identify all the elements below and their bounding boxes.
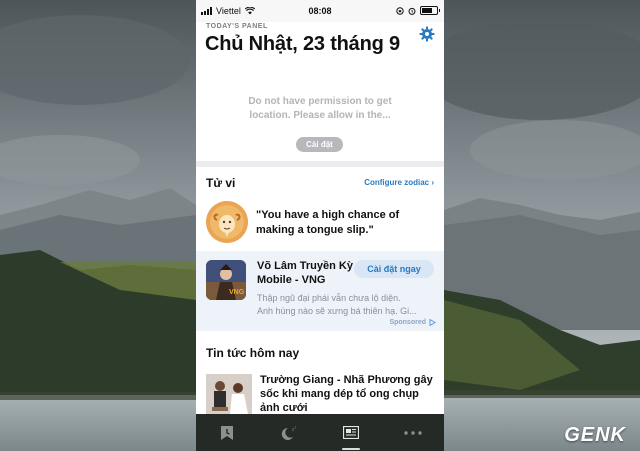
- configure-zodiac-link[interactable]: Configure zodiac ›: [364, 178, 434, 187]
- sponsored-text: Sponsored: [389, 319, 426, 326]
- status-right: [396, 6, 440, 15]
- ad-desc-line-1: Thập ngũ đại phái vẫn chưa lộ diện.: [257, 293, 401, 303]
- news-item-title[interactable]: Trường Giang - Nhã Phương gây sốc khi ma…: [260, 373, 438, 415]
- page-title: Chủ Nhật, 23 tháng 9: [205, 33, 400, 55]
- genk-watermark: GENK: [564, 424, 626, 446]
- zodiac-goat-icon[interactable]: [206, 201, 248, 243]
- phone-screen: Viettel 08:08 TODAY'S PANEL Chủ Nhật, 23…: [196, 0, 444, 451]
- tab-today[interactable]: [212, 418, 242, 448]
- install-now-button[interactable]: Cài đặt ngay: [354, 260, 434, 278]
- tab-news[interactable]: [336, 418, 366, 450]
- gear-icon[interactable]: [419, 26, 435, 42]
- ad-game-thumbnail: VNG: [206, 260, 246, 300]
- newspaper-icon: [343, 426, 359, 439]
- bottom-tab-bar: z z: [196, 414, 444, 451]
- alarm-icon: [408, 7, 416, 15]
- news-thumbnail[interactable]: [206, 374, 252, 414]
- news-heading: Tin tức hôm nay: [206, 346, 300, 360]
- lock-rotation-icon: [396, 6, 404, 15]
- location-line-2: location. Please allow in the...: [249, 110, 391, 121]
- ad-title: Võ Lâm Truyền Kỳ Mobile - VNG: [257, 260, 353, 286]
- horoscope-quote: "You have a high chance of making a tong…: [256, 209, 400, 236]
- location-line-1: Do not have permission to get: [248, 96, 392, 107]
- ad-description: Thập ngũ đại phái vẫn chưa lộ diện. Anh …: [257, 292, 435, 318]
- more-dots-icon: [404, 430, 422, 435]
- ad-logo-text: VNG: [229, 289, 245, 296]
- sponsored-label: Sponsored: [389, 319, 436, 326]
- horoscope-heading: Tử vi: [206, 176, 236, 190]
- status-bar: Viettel 08:08: [196, 0, 444, 22]
- tab-night[interactable]: z z: [274, 418, 304, 448]
- panel-eyebrow: TODAY'S PANEL: [206, 23, 268, 30]
- settings-button[interactable]: Cài đặt: [296, 137, 343, 152]
- clock-badge-icon: [221, 425, 233, 440]
- section-divider: [196, 161, 444, 167]
- svg-text:z: z: [295, 425, 297, 429]
- location-permission-message: Do not have permission to get location. …: [196, 95, 444, 123]
- tab-more[interactable]: [398, 418, 428, 448]
- ad-desc-line-2: Anh hùng nào sẽ xưng bá thiên hạ. Gi...: [257, 306, 417, 316]
- battery-icon: [420, 6, 440, 15]
- ad-choices-icon[interactable]: [429, 319, 436, 326]
- moon-sleep-icon: z z: [281, 425, 297, 440]
